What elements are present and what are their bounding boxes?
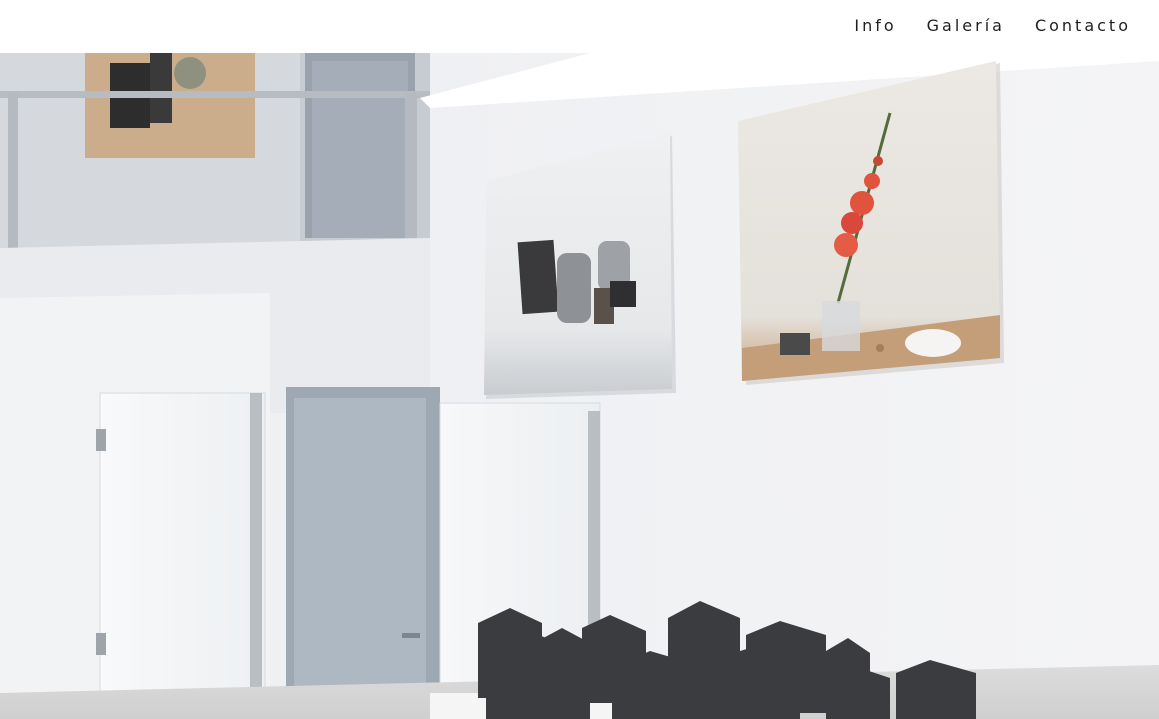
main-nav: Info Galería Contacto	[854, 16, 1131, 36]
site-header: Info Galería Contacto	[0, 0, 1159, 53]
nav-link-galeria[interactable]: Galería	[927, 16, 1005, 36]
hero-gallery-photo	[0, 53, 1159, 719]
gallery-door	[286, 387, 440, 719]
gallery-interior-photo	[0, 53, 1159, 719]
nav-link-contacto[interactable]: Contacto	[1035, 16, 1131, 36]
nav-link-info[interactable]: Info	[854, 16, 896, 36]
